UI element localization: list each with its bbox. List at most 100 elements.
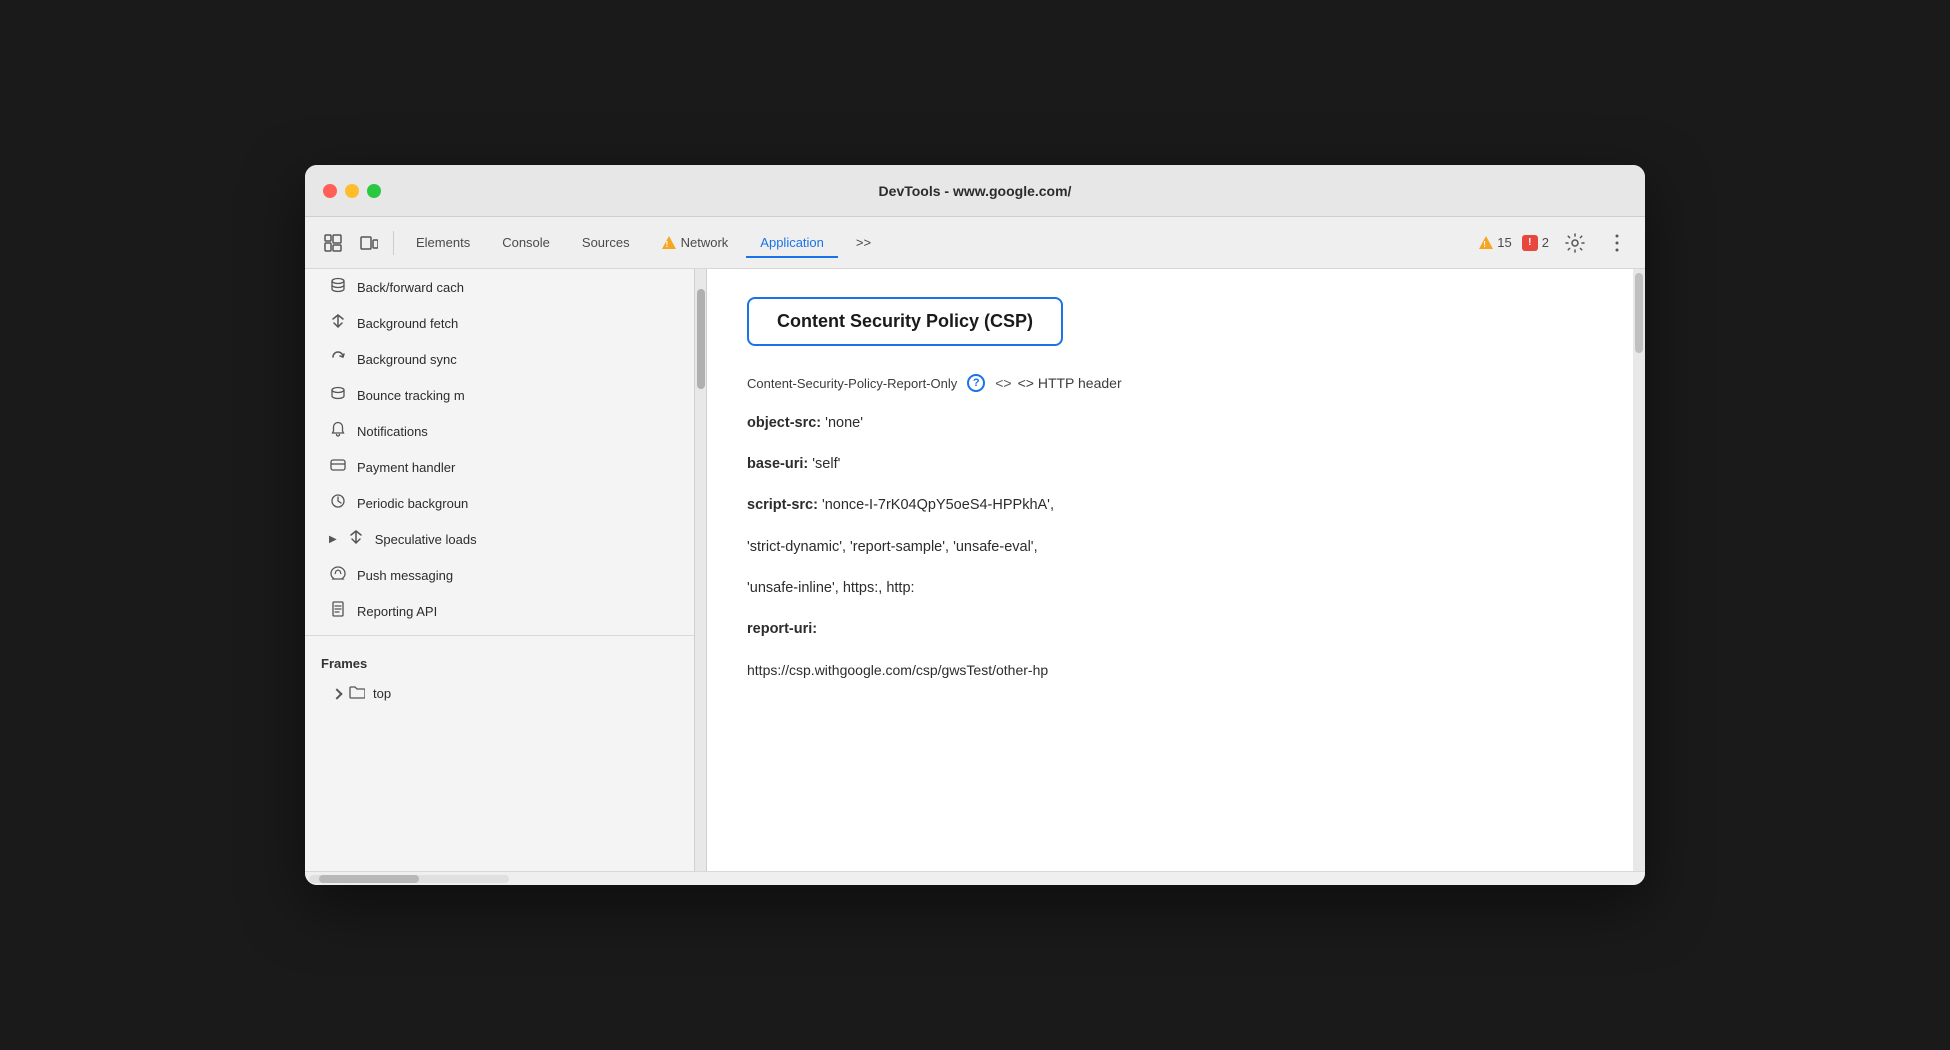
sidebar-item-push-messaging-label: Push messaging [357, 568, 453, 583]
settings-button[interactable] [1559, 227, 1591, 259]
csp-title-box: Content Security Policy (CSP) [747, 297, 1063, 346]
csp-directive-report-uri: report-uri: [747, 618, 1593, 641]
toolbar-separator-1 [393, 231, 394, 255]
background-fetch-icon [329, 313, 347, 333]
sidebar-item-notifications[interactable]: Notifications [305, 413, 694, 449]
frames-section: Frames top [305, 642, 694, 714]
sidebar-item-periodic-background[interactable]: Periodic backgroun [305, 485, 694, 521]
script-src-strict-dynamic: 'strict-dynamic', 'report-sample', 'unsa… [747, 539, 1038, 555]
script-src-unsafe-inline: 'unsafe-inline', https:, http: [747, 580, 915, 596]
csp-directive-script-src-cont1: 'strict-dynamic', 'report-sample', 'unsa… [747, 536, 1593, 559]
errors-badge[interactable]: ! 2 [1522, 235, 1549, 251]
close-button[interactable] [323, 184, 337, 198]
frames-top-item[interactable]: top [305, 679, 694, 708]
tab-sources[interactable]: Sources [568, 229, 644, 256]
report-uri-key: report-uri: [747, 621, 817, 637]
sidebar-item-speculative-loads[interactable]: ▶ Speculative loads [305, 521, 694, 557]
csp-source-label: Content-Security-Policy-Report-Only [747, 376, 957, 391]
csp-content: object-src: 'none' base-uri: 'self' scri… [747, 412, 1593, 682]
sidebar-item-periodic-background-label: Periodic backgroun [357, 496, 468, 511]
window-title: DevTools - www.google.com/ [879, 183, 1072, 199]
main-panel: Content Security Policy (CSP) Content-Se… [707, 269, 1633, 871]
csp-directive-report-uri-url: https://csp.withgoogle.com/csp/gwsTest/o… [747, 659, 1593, 681]
main-scrollbar-thumb [1635, 273, 1643, 353]
speculative-loads-icon [347, 529, 365, 549]
sidebar-item-payment-handler[interactable]: Payment handler [305, 449, 694, 485]
sidebar-item-push-messaging[interactable]: Push messaging [305, 557, 694, 593]
payment-handler-icon [329, 457, 347, 477]
push-messaging-icon [329, 565, 347, 585]
sidebar-item-back-forward-label: Back/forward cach [357, 280, 464, 295]
sidebar-divider [305, 635, 694, 636]
device-toggle-button[interactable] [353, 227, 385, 259]
toolbar-right: 15 ! 2 [1479, 227, 1633, 259]
titlebar: DevTools - www.google.com/ [305, 165, 1645, 217]
frames-top-folder-icon [349, 685, 365, 702]
sidebar-item-payment-handler-label: Payment handler [357, 460, 455, 475]
network-warning-icon [662, 236, 676, 249]
sidebar-item-bounce-tracking-label: Bounce tracking m [357, 388, 465, 403]
sidebar-item-notifications-label: Notifications [357, 424, 428, 439]
errors-icon: ! [1522, 235, 1538, 251]
bottom-scrollbar-track[interactable] [309, 875, 509, 883]
script-src-value: 'nonce-I-7rK04QpY5oeS4-HPPkhA', [822, 497, 1054, 513]
script-src-key: script-src: [747, 497, 818, 513]
info-icon[interactable]: ? [967, 374, 985, 392]
sidebar-item-speculative-loads-label: Speculative loads [375, 532, 477, 547]
warnings-count: 15 [1497, 235, 1511, 250]
frames-header: Frames [305, 648, 694, 679]
sidebar-scrollbar-thumb [697, 289, 705, 389]
warnings-badge[interactable]: 15 [1479, 235, 1511, 250]
sidebar-item-background-fetch[interactable]: Background fetch [305, 305, 694, 341]
tab-network-label: Network [681, 235, 729, 250]
sidebar-scrollbar[interactable] [695, 269, 707, 871]
csp-source-row: Content-Security-Policy-Report-Only ? <>… [747, 374, 1593, 392]
base-uri-key: base-uri: [747, 456, 808, 472]
tab-console[interactable]: Console [488, 229, 564, 256]
bottom-scrollbar-thumb [319, 875, 419, 883]
errors-count: 2 [1542, 235, 1549, 250]
frames-top-label: top [373, 686, 391, 701]
reporting-api-icon [329, 601, 347, 621]
bottom-scrollbar-container [305, 871, 1645, 885]
maximize-button[interactable] [367, 184, 381, 198]
sidebar: Back/forward cach Background fetch Ba [305, 269, 695, 871]
more-tabs-button[interactable]: >> [842, 229, 885, 256]
speculative-loads-chevron: ▶ [329, 534, 337, 545]
sidebar-item-back-forward-cache[interactable]: Back/forward cach [305, 269, 694, 305]
devtools-window: DevTools - www.google.com/ Elements Cons… [305, 165, 1645, 885]
toolbar: Elements Console Sources Network Applica… [305, 217, 1645, 269]
code-brackets-icon: <> [995, 375, 1011, 391]
more-options-button[interactable] [1601, 227, 1633, 259]
main-scrollbar[interactable] [1633, 269, 1645, 871]
sidebar-item-background-fetch-label: Background fetch [357, 316, 458, 331]
sidebar-bottom-padding [305, 714, 694, 734]
report-uri-url-value: https://csp.withgoogle.com/csp/gwsTest/o… [747, 662, 1048, 678]
sidebar-item-reporting-api[interactable]: Reporting API [305, 593, 694, 629]
sidebar-item-background-sync[interactable]: Background sync [305, 341, 694, 377]
object-src-value: 'none' [825, 415, 863, 431]
csp-directive-base-uri: base-uri: 'self' [747, 453, 1593, 476]
csp-directive-object-src: object-src: 'none' [747, 412, 1593, 435]
tab-network[interactable]: Network [648, 229, 743, 256]
notifications-icon [329, 421, 347, 441]
main-content: Back/forward cach Background fetch Ba [305, 269, 1645, 871]
base-uri-value: 'self' [812, 456, 840, 472]
http-header-label: <> HTTP header [1018, 375, 1122, 391]
minimize-button[interactable] [345, 184, 359, 198]
sidebar-item-reporting-api-label: Reporting API [357, 604, 437, 619]
sidebar-item-bounce-tracking[interactable]: Bounce tracking m [305, 377, 694, 413]
bounce-tracking-icon [329, 385, 347, 405]
sidebar-item-background-sync-label: Background sync [357, 352, 457, 367]
tab-elements[interactable]: Elements [402, 229, 484, 256]
tab-application[interactable]: Application [746, 229, 838, 258]
csp-directive-script-src-cont2: 'unsafe-inline', https:, http: [747, 577, 1593, 600]
traffic-lights [323, 184, 381, 198]
frames-top-chevron [331, 688, 342, 699]
csp-title: Content Security Policy (CSP) [777, 311, 1033, 331]
warnings-icon [1479, 236, 1493, 249]
inspect-element-button[interactable] [317, 227, 349, 259]
periodic-background-icon [329, 493, 347, 513]
object-src-key: object-src: [747, 415, 821, 431]
database-icon [329, 277, 347, 297]
